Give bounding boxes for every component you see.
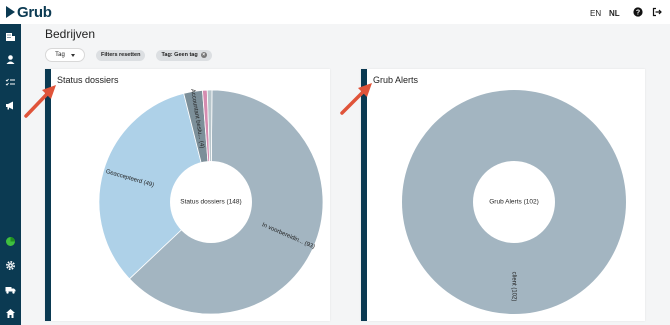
help-icon[interactable]: ? <box>633 7 643 17</box>
filter-toolbar: Tag Filters resetten Tag: Geen tag × <box>45 48 212 62</box>
gear-icon[interactable] <box>5 260 16 271</box>
status-dossiers-donut: In voorbereidin... (93)Geaccepteerd (49)… <box>98 89 324 315</box>
annotation-arrow-icon <box>24 85 56 118</box>
slice-label: client (102) <box>510 272 516 302</box>
grub-alerts-card: Grub Alerts client (102) Grub Alerts (102… <box>361 69 645 321</box>
donut-center-label: Grub Alerts (102) <box>489 199 539 206</box>
tag-dropdown-label: Tag <box>55 52 65 58</box>
logout-icon[interactable] <box>652 7 662 17</box>
grub-alerts-donut: client (102) Grub Alerts (102) <box>402 90 626 314</box>
donut-center-label: Status dossiers (148) <box>180 199 241 206</box>
top-bar: Grub EN NL ? <box>0 0 670 24</box>
user-icon[interactable] <box>5 54 16 65</box>
close-icon[interactable]: × <box>200 52 207 58</box>
reset-filters-label: Filters resetten <box>101 52 141 58</box>
logo-mark-icon <box>6 6 15 18</box>
truck-icon[interactable] <box>5 284 16 295</box>
logo-text: Grub <box>17 3 52 21</box>
svg-text:?: ? <box>636 10 640 17</box>
megaphone-icon[interactable] <box>5 100 16 111</box>
language-nl[interactable]: NL <box>609 9 620 18</box>
pie-chart-icon[interactable] <box>5 236 16 247</box>
annotation-arrow-icon <box>340 83 372 115</box>
active-filter-chip[interactable]: Tag: Geen tag × <box>156 49 212 61</box>
app-logo[interactable]: Grub <box>6 3 52 21</box>
reset-filters-button[interactable]: Filters resetten <box>96 49 146 61</box>
chevron-down-icon <box>70 53 75 57</box>
companies-icon[interactable] <box>5 31 16 42</box>
home-icon[interactable] <box>5 308 16 319</box>
language-en[interactable]: EN <box>590 9 601 18</box>
status-dossiers-card: Status dossiers In voorbereidin... (93) G… <box>45 69 330 321</box>
page-title: Bedrijven <box>45 27 96 41</box>
checklist-icon[interactable] <box>5 77 16 88</box>
active-filter-label: Tag: Geen tag <box>161 52 198 58</box>
sidebar <box>0 24 21 325</box>
tag-dropdown[interactable]: Tag <box>45 48 85 62</box>
